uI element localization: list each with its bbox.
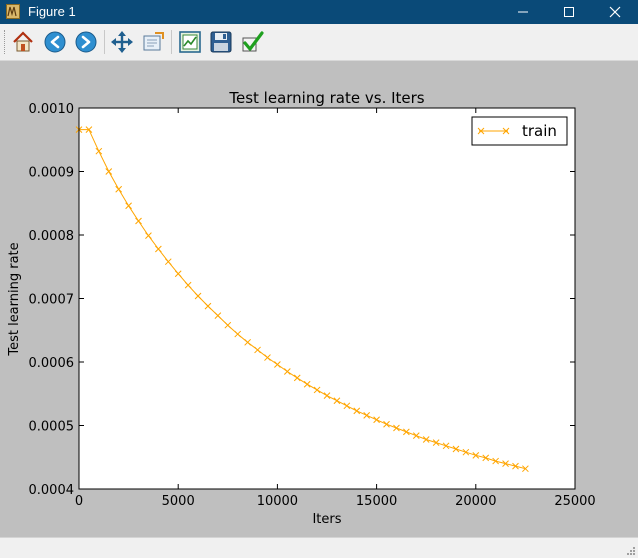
matplotlib-app-icon [6, 4, 20, 19]
subplots-button[interactable] [177, 29, 203, 55]
y-tick-label: 0.0006 [29, 356, 75, 371]
maximize-icon [564, 7, 574, 17]
window-title: Figure 1 [28, 4, 76, 19]
pan-button[interactable] [109, 29, 135, 55]
pan-move-icon [111, 31, 133, 53]
toolbar-separator [104, 30, 105, 54]
x-tick-label: 10000 [257, 494, 298, 509]
navigation-toolbar [0, 24, 638, 61]
close-button[interactable] [592, 0, 638, 24]
y-tick-label: 0.0010 [29, 102, 75, 117]
minimize-icon [518, 11, 528, 13]
x-tick-label: 0 [75, 494, 83, 509]
x-tick-label: 5000 [162, 494, 195, 509]
zoom-to-rect-icon [143, 32, 164, 51]
checkmark-edit-icon [242, 31, 264, 52]
subplots-configure-icon [179, 31, 201, 53]
forward-arrow-icon [75, 31, 97, 53]
toolbar-separator [171, 30, 172, 54]
close-icon [609, 6, 621, 18]
y-tick-label: 0.0008 [29, 229, 75, 244]
floppy-save-icon [210, 31, 232, 53]
figure-canvas[interactable]: 0 5000 10000 15000 20000 25000 0.0004 0.0005 0.0… [0, 61, 638, 537]
legend[interactable]: train [471, 116, 568, 146]
x-axis-label: Iters [312, 512, 341, 527]
chart-title: Test learning rate vs. Iters [228, 89, 424, 107]
resize-grip-icon[interactable] [626, 546, 636, 556]
zoom-button[interactable] [140, 29, 166, 55]
maximize-button[interactable] [546, 0, 592, 24]
y-tick-label: 0.0005 [29, 420, 75, 435]
y-tick-label: 0.0007 [29, 293, 75, 308]
legend-label-train: train [522, 122, 557, 140]
y-tick-label: 0.0004 [29, 483, 75, 498]
status-bar [0, 537, 638, 558]
plot-area[interactable] [79, 108, 575, 489]
home-icon [13, 31, 33, 52]
back-button[interactable] [42, 29, 68, 55]
back-arrow-icon [44, 31, 66, 53]
y-axis-label: Test learning rate [7, 242, 22, 356]
save-button[interactable] [208, 29, 234, 55]
x-tick-label: 15000 [356, 494, 397, 509]
line-chart[interactable]: 0 5000 10000 15000 20000 25000 0.0004 0.0005 0.0… [0, 61, 638, 537]
edit-axes-button[interactable] [240, 29, 266, 55]
y-tick-label: 0.0009 [29, 166, 75, 181]
toolbar-grip[interactable] [4, 30, 7, 54]
window-title-bar[interactable]: Figure 1 [0, 0, 638, 24]
home-button[interactable] [10, 29, 36, 55]
forward-button[interactable] [73, 29, 99, 55]
minimize-button[interactable] [500, 0, 546, 24]
x-tick-label: 20000 [455, 494, 496, 509]
x-tick-label: 25000 [554, 494, 595, 509]
